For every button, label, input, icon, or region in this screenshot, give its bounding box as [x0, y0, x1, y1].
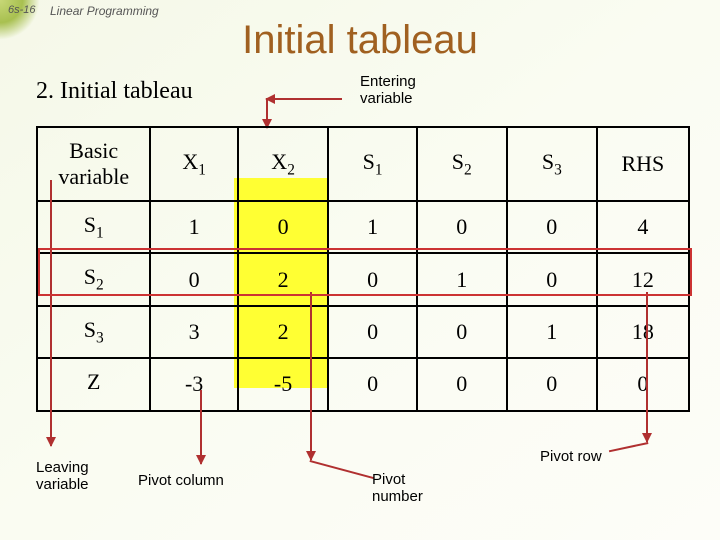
header-basic: Basic variable — [37, 127, 150, 201]
cell: 12 — [597, 253, 689, 305]
cell: 0 — [238, 201, 329, 253]
cell: 3 — [150, 306, 237, 358]
cell: 0 — [507, 201, 597, 253]
leaving-variable-label: Leaving variable — [36, 460, 89, 493]
cell: -5 — [238, 358, 329, 410]
table-row: S2 0 2 0 1 0 12 — [37, 253, 689, 305]
chapter-label: Linear Programming — [50, 4, 159, 18]
cell-basic: Z — [37, 358, 150, 410]
cell: 18 — [597, 306, 689, 358]
pivot-number-label: Pivot number — [372, 472, 423, 505]
pivot-column-label: Pivot column — [138, 472, 224, 489]
cell: 1 — [328, 201, 416, 253]
pivot-column-arrow — [200, 390, 202, 464]
pivot-row-arrow — [646, 292, 648, 442]
leaving-variable-arrow — [50, 180, 52, 446]
header-x1: X1 — [150, 127, 237, 201]
cell: -3 — [150, 358, 237, 410]
subtitle: 2. Initial tableau — [36, 78, 193, 105]
page-title: Initial tableau — [0, 18, 720, 63]
cell-basic: S3 — [37, 306, 150, 358]
cell: 2 — [238, 306, 329, 358]
entering-arrow-down — [266, 98, 268, 128]
cell: 2 — [238, 253, 329, 305]
entering-arrow-horizontal — [266, 98, 342, 100]
cell: 1 — [417, 253, 507, 305]
cell: 0 — [328, 253, 416, 305]
cell: 0 — [597, 358, 689, 410]
cell: 1 — [150, 201, 237, 253]
table-row: Z -3 -5 0 0 0 0 — [37, 358, 689, 410]
pivot-row-diag — [609, 442, 649, 452]
cell: 0 — [417, 201, 507, 253]
page-number: 6s-16 — [8, 4, 36, 16]
cell: 0 — [507, 253, 597, 305]
cell: 0 — [328, 358, 416, 410]
cell: 0 — [150, 253, 237, 305]
cell: 0 — [507, 358, 597, 410]
entering-variable-label: Entering variable — [360, 74, 416, 107]
header-x2: X2 — [238, 127, 329, 201]
table-row: S3 3 2 0 0 1 18 — [37, 306, 689, 358]
cell: 0 — [328, 306, 416, 358]
header-rhs: RHS — [597, 127, 689, 201]
table-header-row: Basic variable X1 X2 S1 S2 S3 RHS — [37, 127, 689, 201]
header-s3: S3 — [507, 127, 597, 201]
header-s1: S1 — [328, 127, 416, 201]
cell: 4 — [597, 201, 689, 253]
cell: 0 — [417, 358, 507, 410]
table-row: S1 1 0 1 0 0 4 — [37, 201, 689, 253]
pivot-row-label: Pivot row — [540, 448, 602, 465]
cell: 1 — [507, 306, 597, 358]
cell-basic: S1 — [37, 201, 150, 253]
cell-basic: S2 — [37, 253, 150, 305]
cell: 0 — [417, 306, 507, 358]
pivot-number-diag — [309, 460, 373, 479]
simplex-tableau: Basic variable X1 X2 S1 S2 S3 RHS S1 1 0… — [36, 126, 690, 412]
pivot-number-arrow — [310, 292, 312, 460]
header-s2: S2 — [417, 127, 507, 201]
